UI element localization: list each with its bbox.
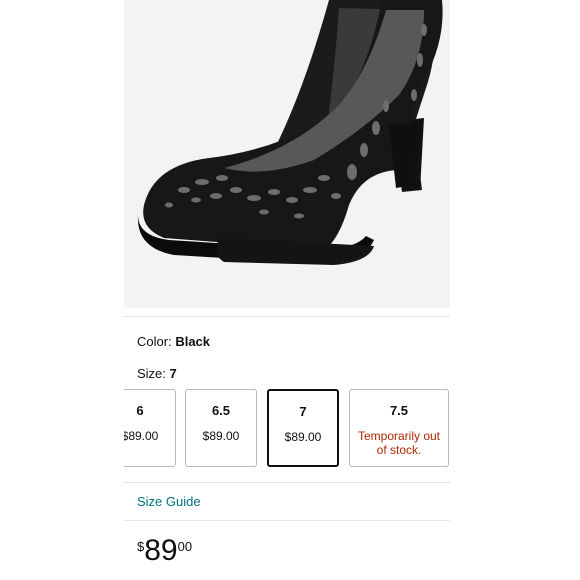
size-label: Size: xyxy=(137,366,166,381)
size-swatch-6-5[interactable]: 6.5 $89.00 xyxy=(185,389,257,467)
price-fraction: 00 xyxy=(177,539,193,554)
swatch-price: $89.00 xyxy=(284,430,322,444)
price-currency-symbol: $ xyxy=(137,539,145,554)
size-swatch-7-selected[interactable]: 7 $89.00 xyxy=(267,389,339,467)
product-image[interactable] xyxy=(124,0,450,308)
swatch-size: 7 xyxy=(299,404,307,419)
swatch-size: 7.5 xyxy=(389,403,409,418)
size-value: 7 xyxy=(169,366,177,381)
color-selection: Color: Black xyxy=(137,334,210,350)
swatch-price: $89.00 xyxy=(124,429,159,443)
swatch-price: $89.00 xyxy=(202,429,240,443)
divider xyxy=(124,520,450,521)
out-of-stock-text: Temporarily out of stock. xyxy=(357,429,441,457)
product-panel: Color: Black Size: 7 6 $89.00 6.5 $89.00… xyxy=(124,0,450,580)
shoe-illustration xyxy=(124,0,450,308)
price-display: $8900 xyxy=(137,536,192,566)
swatch-size: 6.5 xyxy=(211,403,231,418)
size-selection: Size: 7 xyxy=(137,366,177,382)
size-guide-link[interactable]: Size Guide xyxy=(137,494,201,510)
size-swatch-7-5[interactable]: 7.5 Temporarily out of stock. xyxy=(349,389,449,467)
divider xyxy=(124,316,450,317)
size-swatch-row: 6 $89.00 6.5 $89.00 7 $89.00 7.5 Tempora… xyxy=(124,389,450,469)
color-value: Black xyxy=(175,334,211,349)
swatch-size: 6 xyxy=(136,403,144,418)
color-label: Color: xyxy=(137,334,172,349)
price-whole: 89 xyxy=(144,534,178,567)
divider xyxy=(124,482,450,483)
size-swatch-6[interactable]: 6 $89.00 xyxy=(124,389,176,467)
